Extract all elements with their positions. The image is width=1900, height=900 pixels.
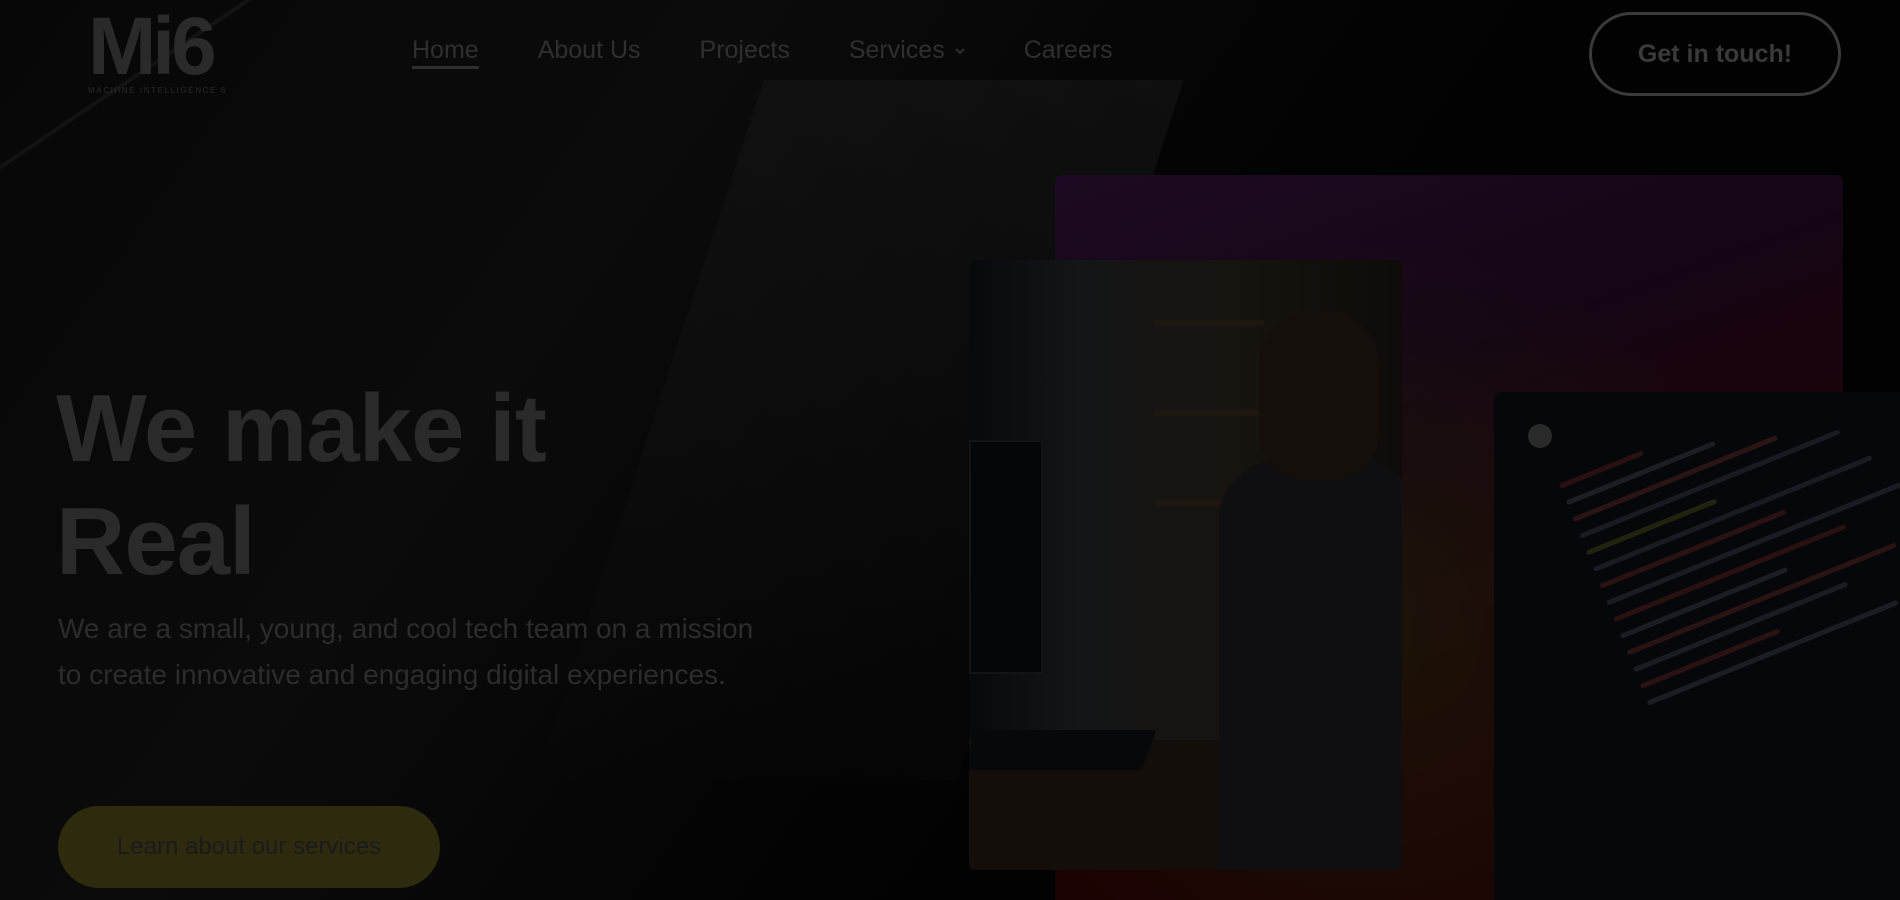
photo-laptop [969, 440, 1043, 674]
brand-logo[interactable]: Mi6 MACHINE INTELLIGENCE 6 [88, 6, 248, 98]
logo-tagline: MACHINE INTELLIGENCE 6 [88, 86, 227, 95]
hero-title-line2: Real [56, 488, 256, 595]
photo-person-head [1259, 310, 1379, 480]
learn-services-button[interactable]: Learn about our services [58, 806, 440, 888]
hero-subtitle: We are a small, young, and cool tech tea… [58, 613, 754, 690]
hero-title-line1: We make it [56, 375, 547, 482]
nav-home-label: Home [412, 36, 479, 64]
hero-title: We make it Real [56, 372, 547, 598]
nav-about-label: About Us [537, 36, 641, 64]
nav-projects-label: Projects [699, 36, 790, 64]
get-in-touch-button[interactable]: Get in touch! [1589, 12, 1841, 96]
photo-person-body [1219, 460, 1402, 870]
code-screenshot [1494, 392, 1900, 900]
main-nav: Home About Us Projects Services Careers [412, 36, 1172, 65]
nav-about[interactable]: About Us [538, 36, 641, 65]
code-line [1619, 566, 1789, 639]
photo-shelf [1154, 410, 1264, 416]
logo-mark: Mi6 [88, 1, 217, 92]
code-line [1612, 523, 1847, 623]
nav-projects[interactable]: Projects [700, 36, 790, 65]
nav-home[interactable]: Home [412, 36, 479, 65]
page: Mi6 MACHINE INTELLIGENCE 6 Home About Us… [0, 0, 1900, 900]
code-lines [1554, 392, 1900, 900]
nav-services-label: Services [848, 36, 945, 64]
nav-careers-label: Careers [1023, 36, 1113, 64]
nav-careers[interactable]: Careers [1024, 36, 1113, 65]
photo-keyboard [969, 730, 1157, 770]
brain-icon [1528, 424, 1552, 448]
developer-photo [969, 260, 1402, 870]
code-line [1558, 450, 1645, 489]
nav-services[interactable]: Services [849, 36, 965, 65]
photo-shelf [1154, 320, 1264, 326]
chevron-down-icon [955, 47, 965, 54]
